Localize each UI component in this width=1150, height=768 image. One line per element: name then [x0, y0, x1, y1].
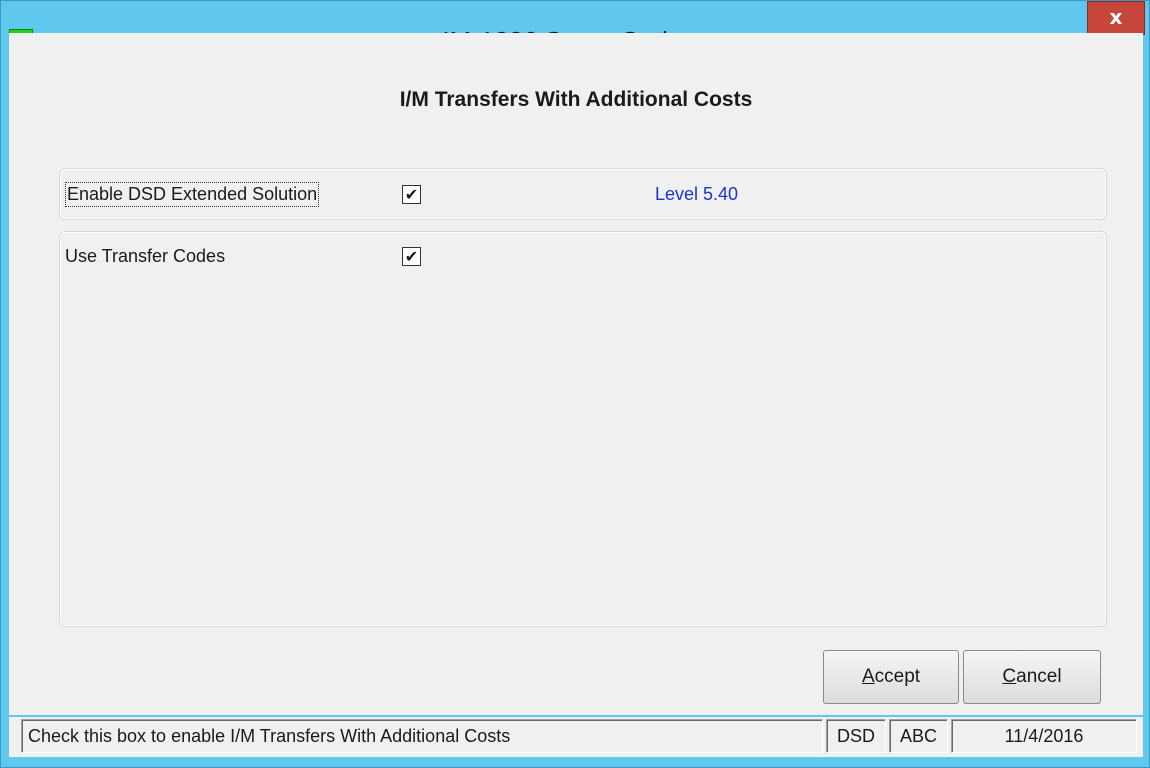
- setup-options-window: S IM-1226 Setup Options x I/M Transfers …: [0, 0, 1150, 768]
- level-version-text: Level 5.40: [655, 184, 739, 204]
- close-button[interactable]: x: [1087, 1, 1145, 35]
- use-transfer-codes-label: Use Transfer Codes: [65, 246, 226, 266]
- accept-button[interactable]: Accept: [823, 650, 959, 704]
- enable-dsd-extended-solution-label[interactable]: Enable DSD Extended Solution: [64, 182, 320, 207]
- status-module: DSD: [826, 719, 886, 753]
- checkmark-icon: ✔: [404, 247, 419, 266]
- extended-solution-group: Enable DSD Extended Solution ✔ Level 5.4…: [59, 168, 1107, 220]
- accept-mnemonic: A: [861, 666, 875, 687]
- status-company: ABC: [889, 719, 948, 753]
- transfer-options-group: Use Transfer Codes ✔: [59, 231, 1107, 627]
- status-bar: Check this box to enable I/M Transfers W…: [9, 717, 1143, 757]
- use-transfer-codes-checkbox[interactable]: ✔: [402, 247, 421, 266]
- status-message: Check this box to enable I/M Transfers W…: [21, 719, 823, 753]
- cancel-label: ancel: [1016, 666, 1062, 687]
- accept-label: ccept: [874, 666, 921, 687]
- dialog-heading: I/M Transfers With Additional Costs: [399, 88, 753, 111]
- cancel-mnemonic: C: [1002, 666, 1017, 687]
- status-date: 11/4/2016: [951, 719, 1137, 753]
- close-icon: x: [1109, 5, 1123, 29]
- enable-dsd-extended-solution-checkbox[interactable]: ✔: [402, 185, 421, 204]
- cancel-button[interactable]: Cancel: [963, 650, 1101, 704]
- checkmark-icon: ✔: [404, 185, 419, 204]
- dialog-client-area: I/M Transfers With Additional Costs Enab…: [9, 33, 1143, 715]
